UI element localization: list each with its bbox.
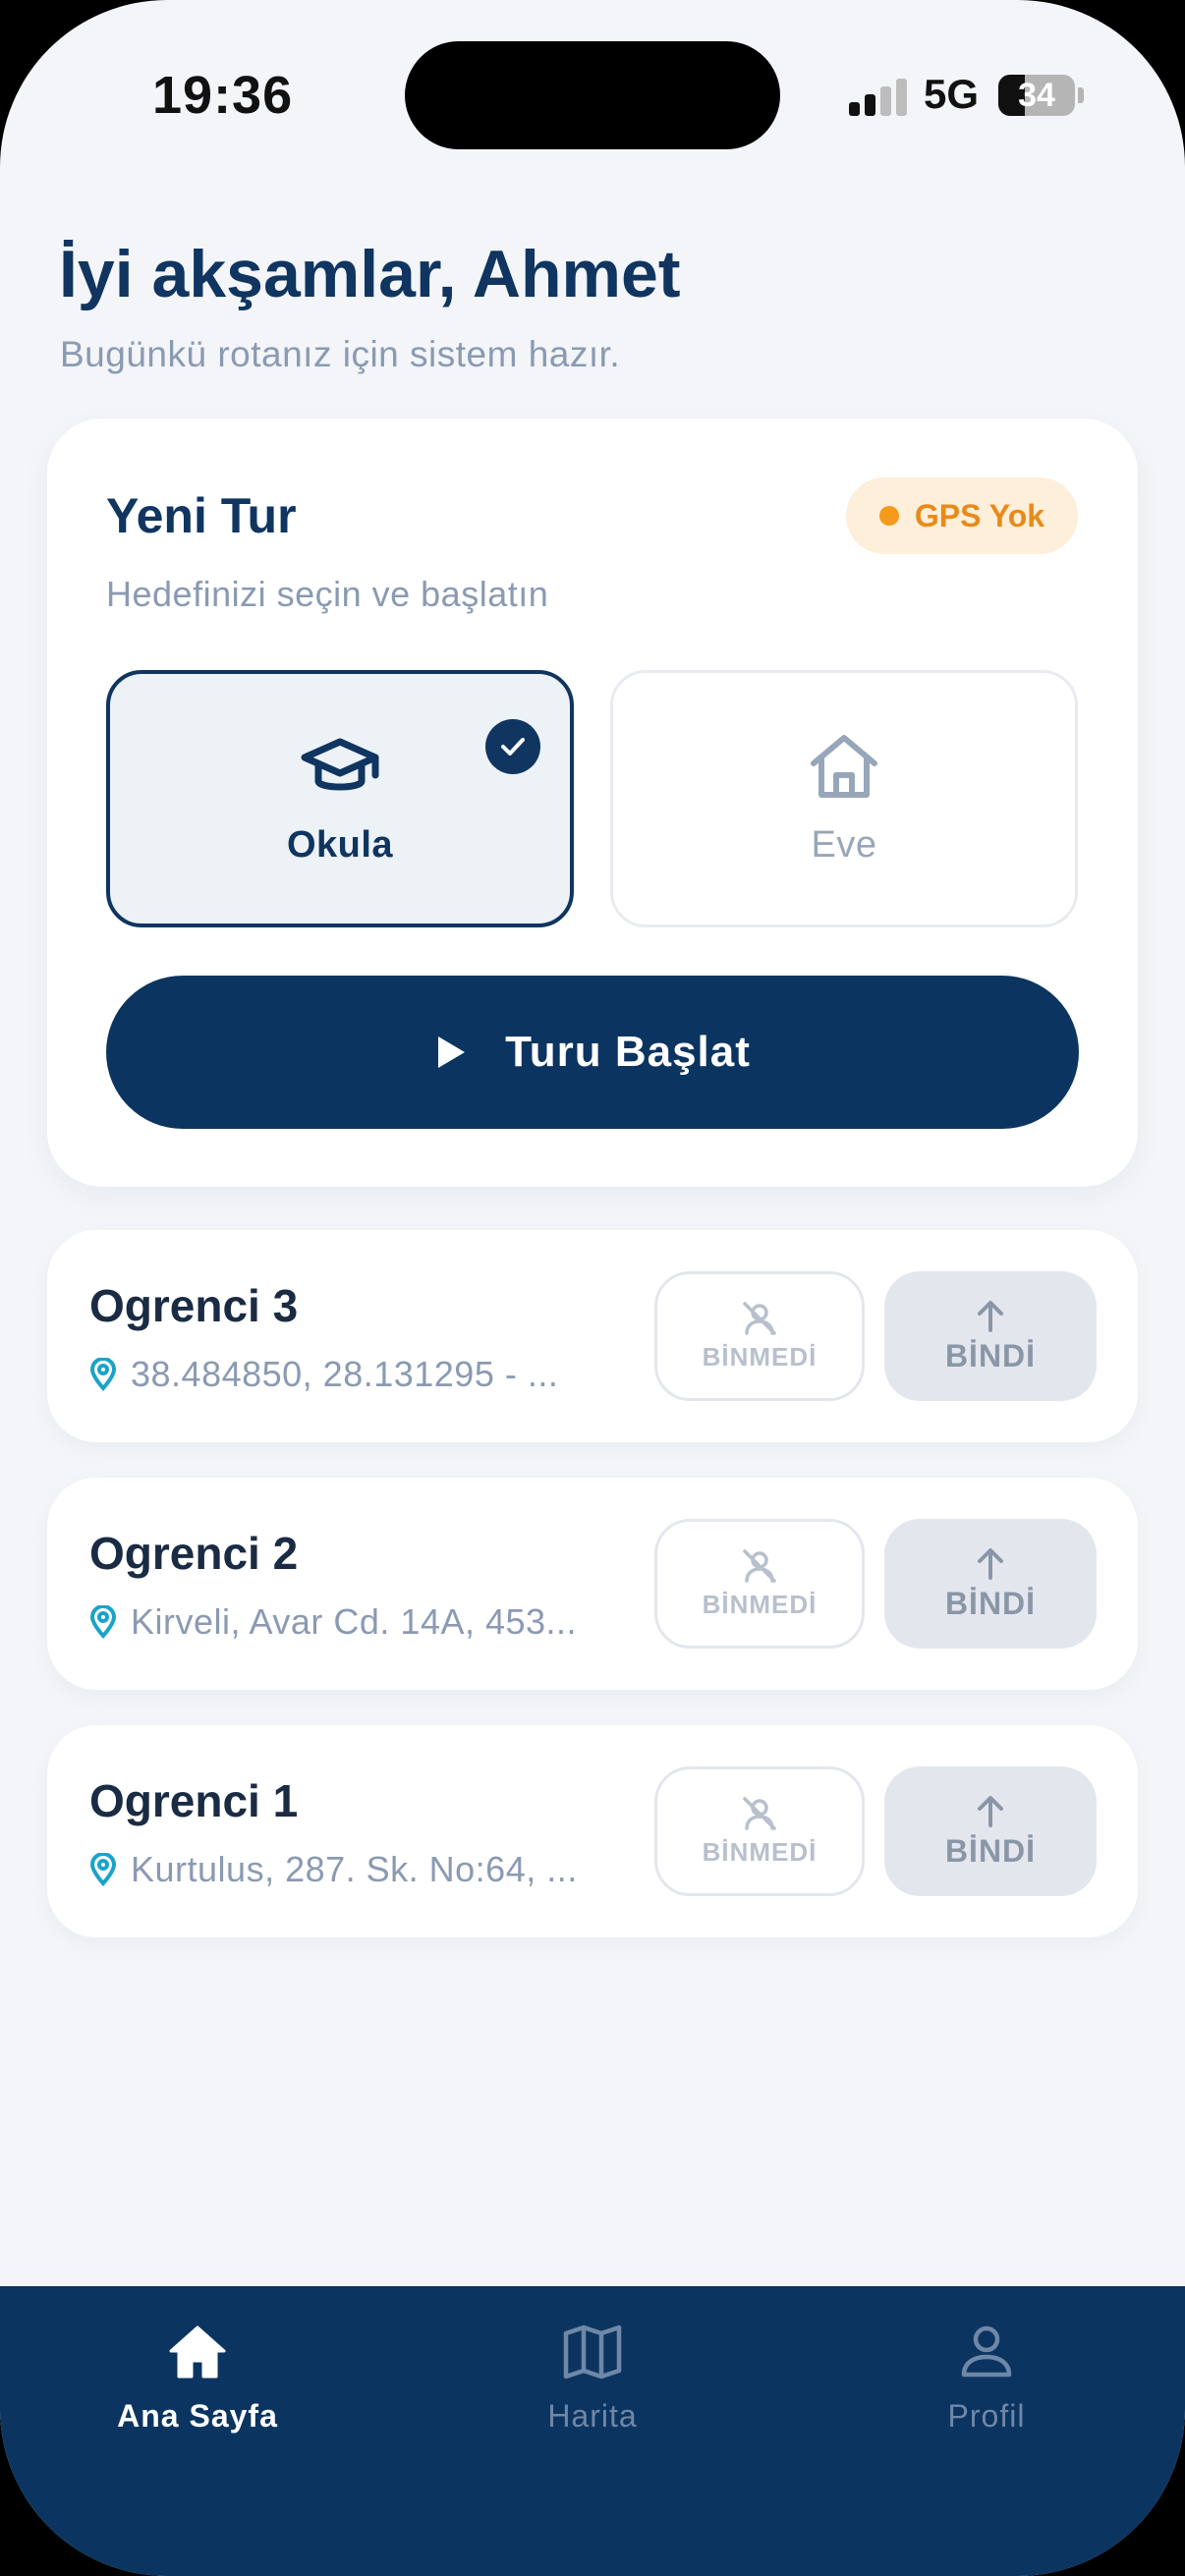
start-tour-label: Turu Başlat <box>505 1028 751 1076</box>
arrow-up-icon <box>978 1300 1003 1332</box>
location-pin-icon <box>89 1605 117 1639</box>
boarded-button[interactable]: BİNDİ <box>884 1271 1097 1401</box>
bottom-navigation: Ana Sayfa Harita Profil <box>0 2286 1185 2576</box>
home-icon <box>811 734 877 798</box>
home-icon <box>169 2325 226 2379</box>
student-address-text: Kurtulus, 287. Sk. No:64, ... <box>131 1849 578 1889</box>
location-pin-icon <box>89 1853 117 1886</box>
student-name: Ogrenci 1 <box>89 1775 299 1826</box>
nav-item-label: Harita <box>547 2398 638 2434</box>
dynamic-island <box>405 41 780 149</box>
graduation-cap-icon <box>301 738 379 790</box>
battery-icon: 34 <box>998 75 1075 116</box>
boarded-button[interactable]: BİNDİ <box>884 1766 1097 1896</box>
destination-home-label: Eve <box>811 823 877 866</box>
user-icon <box>961 2325 1012 2378</box>
nav-item-label: Ana Sayfa <box>117 2398 278 2434</box>
student-card: Ogrenci 1 Kurtulus, 287. Sk. No:64, ... … <box>47 1725 1138 1937</box>
boarded-label: BİNDİ <box>944 1337 1037 1373</box>
student-address: Kirveli, Avar Cd. 14A, 453... <box>89 1601 577 1643</box>
not-boarded-button[interactable]: BİNMEDİ <box>654 1766 865 1896</box>
play-icon <box>438 1036 466 1068</box>
nav-item-home[interactable]: Ana Sayfa <box>50 2324 345 2435</box>
tour-card-subtitle: Hedefinizi seçin ve başlatın <box>106 574 549 614</box>
status-time: 19:36 <box>152 66 294 125</box>
start-tour-button[interactable]: Turu Başlat <box>106 976 1079 1129</box>
not-boarded-label: BİNMEDİ <box>702 1836 818 1867</box>
gps-status-label: GPS Yok <box>914 497 1045 533</box>
boarded-label: BİNDİ <box>944 1585 1037 1621</box>
new-tour-card: Yeni Tur GPS Yok Hedefinizi seçin ve baş… <box>47 419 1138 1187</box>
greeting-subtitle: Bugünkü rotanız için sistem hazır. <box>60 334 621 374</box>
student-name: Ogrenci 2 <box>89 1528 299 1579</box>
nav-item-profile[interactable]: Profil <box>839 2324 1134 2435</box>
greeting-title: İyi akşamlar, Ahmet <box>59 237 681 311</box>
battery-percent: 34 <box>1018 77 1055 114</box>
arrow-up-icon <box>978 1547 1003 1580</box>
map-icon <box>563 2324 622 2380</box>
student-card: Ogrenci 2 Kirveli, Avar Cd. 14A, 453... … <box>47 1478 1138 1690</box>
student-address: 38.484850, 28.131295 - ... <box>89 1354 558 1395</box>
location-pin-icon <box>89 1358 117 1391</box>
gps-status-dot <box>878 506 899 526</box>
nav-item-label: Profil <box>947 2398 1026 2434</box>
boarded-button[interactable]: BİNDİ <box>884 1519 1097 1649</box>
not-boarded-label: BİNMEDİ <box>702 1341 818 1372</box>
user-off-icon <box>743 1548 776 1583</box>
battery-tip <box>1078 87 1084 103</box>
destination-school-option[interactable]: Okula <box>106 670 574 927</box>
not-boarded-button[interactable]: BİNMEDİ <box>654 1519 865 1649</box>
student-address: Kurtulus, 287. Sk. No:64, ... <box>89 1849 578 1890</box>
signal-icon <box>849 77 908 116</box>
not-boarded-button[interactable]: BİNMEDİ <box>654 1271 865 1401</box>
network-type: 5G <box>924 71 980 117</box>
tour-card-title: Yeni Tur <box>106 488 297 543</box>
nav-item-map[interactable]: Harita <box>445 2324 740 2435</box>
student-address-text: 38.484850, 28.131295 - ... <box>131 1354 559 1394</box>
phone-screen: 19:36 5G 34 İyi akşamlar, Ahmet Bugünkü … <box>0 0 1185 2576</box>
arrow-up-icon <box>978 1795 1003 1827</box>
user-off-icon <box>743 1796 776 1830</box>
student-name: Ogrenci 3 <box>89 1280 299 1331</box>
student-card: Ogrenci 3 38.484850, 28.131295 - ... BİN… <box>47 1230 1138 1442</box>
not-boarded-label: BİNMEDİ <box>702 1589 818 1619</box>
gps-status-badge: GPS Yok <box>846 477 1078 554</box>
student-address-text: Kirveli, Avar Cd. 14A, 453... <box>131 1601 578 1642</box>
destination-home-option[interactable]: Eve <box>610 670 1078 927</box>
selected-check-icon <box>485 719 540 774</box>
destination-school-label: Okula <box>286 823 394 866</box>
boarded-label: BİNDİ <box>944 1832 1037 1869</box>
user-off-icon <box>743 1301 776 1335</box>
